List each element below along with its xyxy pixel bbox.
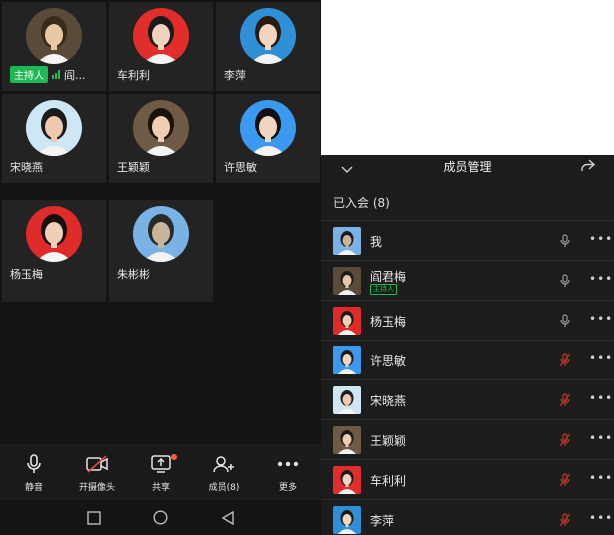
microphone-muted-icon[interactable]: [559, 352, 571, 371]
microphone-icon: [4, 452, 64, 476]
video-tile[interactable]: 李萍: [216, 2, 320, 91]
microphone-muted-icon[interactable]: [559, 472, 571, 491]
participant-name: 阎...: [64, 68, 86, 82]
participant-avatar: [240, 100, 296, 156]
participant-avatar: [240, 8, 296, 64]
more-options-icon[interactable]: •••: [589, 232, 613, 246]
share-label: 共享: [151, 483, 170, 493]
microphone-muted-icon[interactable]: [559, 512, 571, 531]
member-avatar: [333, 306, 361, 335]
members-label: 成员(8): [208, 483, 240, 493]
member-name: 阎君梅: [370, 269, 407, 284]
share-screen-button[interactable]: 共享: [131, 452, 191, 493]
participant-avatar: [133, 206, 189, 262]
android-nav-bar: [0, 500, 321, 535]
member-avatar: [333, 266, 361, 295]
panel-header: 成员管理: [321, 155, 614, 179]
member-name: 王颖颖: [370, 434, 407, 448]
meeting-screen: 主持人 阎... 车利利 李萍宋晓燕 王颖颖 许思敏杨玉梅 朱彬彬 静音 开摄像头 共享: [0, 0, 321, 535]
camera-off-icon: [67, 452, 127, 476]
signal-strength-icon: [52, 70, 60, 79]
member-row[interactable]: 许思敏 •••: [321, 340, 614, 379]
more-options-icon[interactable]: •••: [589, 511, 613, 525]
participant-avatar: [133, 8, 189, 64]
panel-title: 成员管理: [443, 160, 492, 174]
members-button[interactable]: 成员(8): [194, 452, 254, 493]
member-row[interactable]: 李萍 •••: [321, 500, 614, 535]
member-avatar: [333, 227, 361, 255]
participant-avatar: [26, 8, 82, 64]
members-icon: [194, 452, 254, 476]
microphone-icon[interactable]: [559, 233, 571, 252]
meeting-toolbar: 静音 开摄像头 共享 成员(8) 更多: [0, 444, 321, 500]
camera-button[interactable]: 开摄像头: [67, 452, 127, 493]
more-options-icon[interactable]: •••: [589, 391, 613, 405]
member-name: 车利利: [370, 473, 407, 488]
host-badge-row: 主持人 阎...: [10, 66, 86, 83]
member-avatar: [333, 386, 361, 415]
more-options-icon[interactable]: •••: [589, 471, 613, 485]
joined-count: 已入会 (8): [333, 196, 390, 210]
member-name: 许思敏: [370, 354, 407, 369]
participant-avatar: [26, 206, 82, 262]
member-row[interactable]: 王颖颖 •••: [321, 420, 614, 459]
participant-name: 李萍: [224, 69, 246, 82]
video-tile[interactable]: 杨玉梅: [2, 200, 106, 302]
camera-label: 开摄像头: [78, 483, 115, 493]
mute-label: 静音: [24, 483, 43, 493]
home-nav-icon[interactable]: [153, 510, 168, 529]
video-tile[interactable]: 朱彬彬: [109, 200, 213, 302]
video-tile[interactable]: 王颖颖: [109, 94, 213, 183]
participant-avatar: [133, 100, 189, 156]
participant-name: 车利利: [117, 69, 150, 82]
microphone-muted-icon[interactable]: [559, 392, 571, 411]
microphone-muted-icon[interactable]: [559, 432, 571, 451]
participant-name: 朱彬彬: [117, 268, 150, 281]
video-tile[interactable]: 许思敏: [216, 94, 320, 183]
share-screen-icon: [131, 452, 191, 476]
host-badge: 主持人: [10, 66, 48, 83]
video-tile[interactable]: 主持人 阎...: [2, 2, 106, 91]
more-options-icon[interactable]: •••: [589, 351, 613, 365]
more-button[interactable]: 更多: [258, 452, 318, 493]
member-row[interactable]: 阎君梅 主持人 •••: [321, 261, 614, 300]
member-name: 李萍: [370, 513, 395, 528]
microphone-icon[interactable]: [559, 273, 571, 292]
member-name: 我: [370, 235, 383, 249]
more-options-icon[interactable]: •••: [589, 312, 613, 326]
more-options-icon[interactable]: •••: [589, 431, 613, 445]
more-dots-icon: [258, 452, 318, 476]
video-tile[interactable]: 宋晓燕: [2, 94, 106, 183]
member-avatar: [333, 465, 361, 494]
participant-name: 杨玉梅: [10, 268, 43, 281]
participant-name: 王颖颖: [117, 161, 150, 174]
mute-button[interactable]: 静音: [4, 452, 64, 493]
recents-nav-icon[interactable]: [87, 510, 101, 529]
member-row[interactable]: 杨玉梅 •••: [321, 301, 614, 340]
microphone-icon[interactable]: [559, 313, 571, 332]
member-name: 杨玉梅: [370, 314, 407, 329]
participant-name: 许思敏: [224, 161, 257, 174]
member-name: 宋晓燕: [370, 394, 407, 409]
forward-share-icon[interactable]: [580, 157, 596, 177]
member-avatar: [333, 346, 361, 375]
participant-name: 宋晓燕: [10, 161, 43, 174]
member-row[interactable]: 宋晓燕 •••: [321, 380, 614, 419]
notification-dot: [171, 454, 177, 460]
host-tag: 主持人: [370, 283, 397, 295]
member-management-panel: 成员管理 已入会 (8) 我 ••• 阎君梅 主持人 ••• 杨玉梅 ••• 许思敏 ••• 宋晓…: [321, 155, 614, 535]
back-nav-icon[interactable]: [221, 510, 235, 529]
more-label: 更多: [278, 483, 297, 493]
participant-avatar: [26, 100, 82, 156]
member-avatar: [333, 426, 361, 454]
member-avatar: [333, 505, 361, 534]
member-row[interactable]: 我 •••: [321, 221, 614, 260]
more-options-icon[interactable]: •••: [589, 272, 613, 286]
video-tile[interactable]: 车利利: [109, 2, 213, 91]
member-row[interactable]: 车利利 •••: [321, 460, 614, 499]
